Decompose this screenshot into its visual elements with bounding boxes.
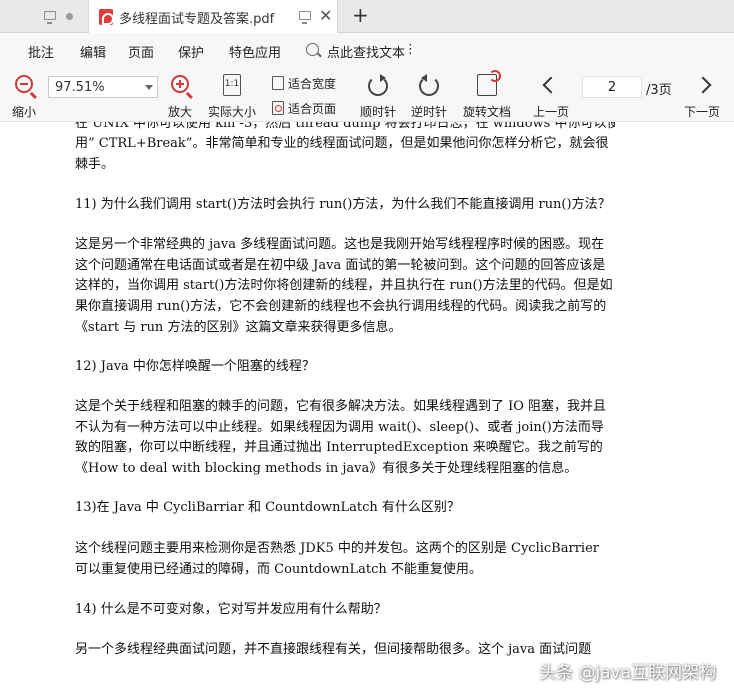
question-heading: 11) 为什么我们调用 start()方法时会执行 run()方法，为什么我们不… — [75, 197, 611, 212]
menu-item-page[interactable]: 页面 — [128, 42, 154, 61]
paragraph: 另一个多线程经典面试问题，并不直接跟线程有关，但间接帮助很多。这个 java 面… — [75, 642, 592, 657]
zoom-out-icon — [15, 75, 33, 93]
tab-previous[interactable] — [0, 0, 88, 33]
page-number-input[interactable]: 2 — [582, 76, 642, 98]
pdf-icon — [99, 9, 114, 25]
fit-width-label: 适合宽度 — [288, 77, 337, 91]
paragraph: 这是个关于线程和阻塞的棘手的问题，它有很多解决方法。如果线程遇到了 IO 阻塞，… — [75, 399, 607, 477]
watermark-text: 头条 @java互联网架构 — [538, 663, 716, 683]
rotate-clockwise-icon — [368, 74, 388, 96]
zoom-out-label: 缩小 — [12, 105, 37, 119]
tab-bar: 多线程面试专题及答案.pdf ✕ + — [0, 0, 734, 33]
tab-active-document[interactable]: 多线程面试专题及答案.pdf ✕ — [88, 0, 338, 33]
search-icon[interactable] — [306, 43, 319, 56]
partial-text-line: 在 UNIX 中你可以使用 kill -3，然后 thread dump 将会打… — [75, 122, 615, 131]
zoom-level-value: 97.51% — [55, 80, 105, 95]
question-heading: 14) 什么是不可变对象，它对写并发应用有什么帮助？ — [75, 602, 387, 617]
actual-size-icon: 1:1 — [223, 74, 241, 96]
zoom-out-handle — [30, 91, 37, 99]
more-menu-icon[interactable]: ⋮ — [404, 42, 417, 57]
next-page-label: 下一页 — [684, 105, 721, 119]
window-icon[interactable] — [299, 11, 311, 24]
menu-item-features[interactable]: 特色应用 — [229, 42, 281, 61]
rotate-document-label: 旋转文档 — [463, 105, 512, 119]
window-icon — [44, 11, 56, 24]
page-total-label: /3页 — [646, 83, 672, 98]
rotate-document-icon — [477, 70, 501, 96]
actual-size-label: 实际大小 — [208, 105, 257, 119]
chevron-right-icon — [694, 76, 712, 94]
menu-item-protect[interactable]: 保护 — [178, 42, 204, 61]
zoom-in-label: 放大 — [168, 105, 193, 119]
fit-page-label: 适合页面 — [288, 102, 337, 116]
zoom-in-handle — [186, 91, 193, 99]
fit-page-button[interactable]: 适合页面 — [272, 100, 336, 117]
document-page[interactable]: 在 UNIX 中你可以使用 kill -3，然后 thread dump 将会打… — [0, 122, 734, 697]
paragraph: 用” CTRL+Break”。非常简单和专业的线程面试问题，但是如果他问你怎样分… — [75, 136, 609, 172]
previous-page-label: 上一页 — [533, 105, 570, 119]
close-tab-icon[interactable]: ✕ — [319, 6, 332, 25]
zoom-in-icon — [171, 75, 189, 93]
menu-bar: ‹ 批注 编辑 页面 保护 特色应用 点此查找文本 ⋮ — [0, 33, 734, 66]
new-tab-button[interactable]: + — [352, 3, 369, 27]
paragraph: 这个线程问题主要用来检测你是否熟悉 JDK5 中的并发包。这两个的区别是 Cyc… — [75, 541, 599, 577]
toolbar: 缩小 97.51% 放大 1:1 实际大小 适合宽度 适合页面 顺时针 逆时针 … — [0, 66, 734, 122]
question-heading: 13)在 Java 中 CycliBarriar 和 CountdownLatc… — [75, 500, 460, 515]
zoom-level-select[interactable]: 97.51% — [48, 76, 158, 98]
rotate-clockwise-label: 顺时针 — [360, 105, 397, 119]
rotate-counterclockwise-icon — [419, 74, 439, 96]
chevron-down-icon — [145, 85, 153, 90]
search-text-button[interactable]: 点此查找文本 — [327, 42, 405, 61]
fit-page-icon — [272, 101, 284, 115]
rotate-counterclockwise-label: 逆时针 — [411, 105, 448, 119]
question-heading: 12) Java 中你怎样唤醒一个阻塞的线程？ — [75, 359, 315, 374]
dot-icon — [66, 13, 73, 20]
paragraph: 这是另一个非常经典的 java 多线程面试问题。这也是我刚开始写线程程序时候的困… — [75, 237, 613, 335]
fit-width-button[interactable]: 适合宽度 — [272, 75, 336, 92]
fit-width-icon — [272, 76, 284, 90]
menu-item-annotate[interactable]: 批注 — [28, 42, 54, 61]
tab-title: 多线程面试专题及答案.pdf — [119, 12, 275, 27]
chevron-left-icon — [542, 76, 560, 94]
menu-item-edit[interactable]: 编辑 — [80, 42, 106, 61]
